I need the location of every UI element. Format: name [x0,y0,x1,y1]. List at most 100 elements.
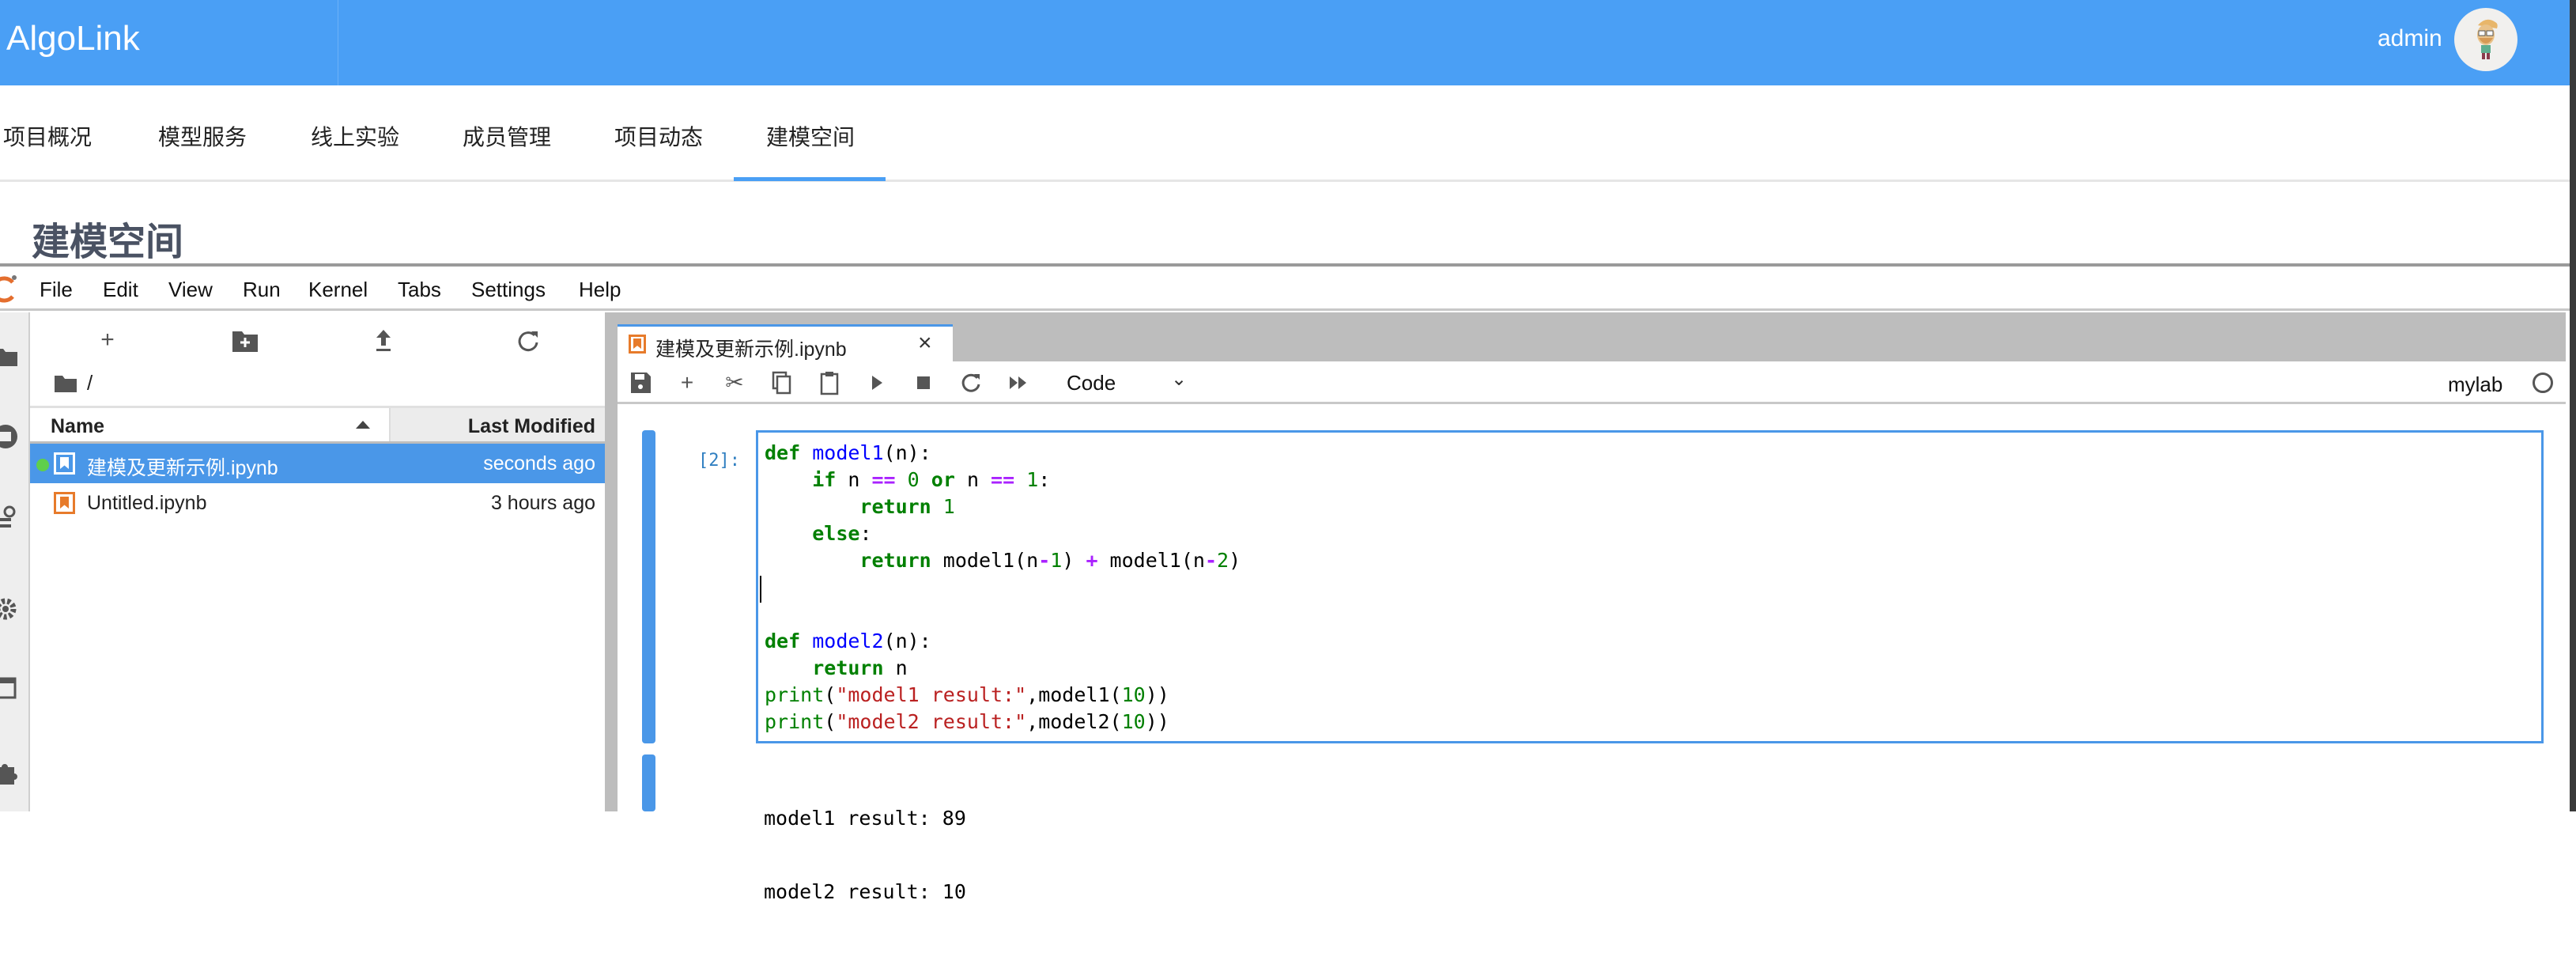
file-modified: 3 hours ago [490,492,595,514]
run-all-icon[interactable] [1005,369,1032,396]
menu-run[interactable]: Run [243,278,281,302]
tab-bar: 建模及更新示例.ipynb × [618,312,2566,361]
insert-cell-icon[interactable]: + [674,369,701,396]
extensions-puzzle-icon[interactable] [0,759,19,786]
copy-icon[interactable] [769,369,795,396]
cell-collapser[interactable] [642,430,655,743]
output-collapser[interactable] [642,754,655,811]
close-tab-icon[interactable]: × [918,330,932,357]
code-token: n [836,468,872,491]
menu-settings[interactable]: Settings [471,278,546,302]
folder-icon[interactable] [0,342,19,369]
code-line: def model1(n): [765,440,1241,467]
page-title: 建模空间 [32,221,184,263]
cell-type-select[interactable]: Code [1067,371,1116,395]
code-token: ,model1( [1026,683,1122,706]
column-name[interactable]: Name [51,415,104,438]
menu-file[interactable]: File [40,278,73,302]
code-token: + [1086,549,1098,572]
cut-icon[interactable]: ✂ [721,369,748,396]
running-sessions-icon[interactable] [0,423,19,450]
column-last-modified[interactable]: Last Modified [389,408,605,441]
brand-logo[interactable]: AlgoLink [6,19,140,59]
code-token: (n): [883,630,931,652]
username[interactable]: admin [2378,25,2442,52]
file-modified: seconds ago [483,452,595,475]
nav-tab-members[interactable]: 成员管理 [463,120,551,152]
upload-button[interactable] [368,327,399,355]
nav-tab-online-experiment[interactable]: 线上实验 [311,120,399,152]
code-token: - [1204,549,1218,572]
file-row[interactable]: Untitled.ipynb 3 hours ago [30,483,605,523]
avatar[interactable] [2454,8,2517,71]
new-launcher-button[interactable]: + [92,327,123,355]
menu-edit[interactable]: Edit [103,278,138,302]
code-token: 10 [1121,683,1146,706]
code-token: n [954,468,991,491]
code-token: model1 [812,441,884,464]
nav-tab-activity[interactable]: 项目动态 [614,120,703,152]
settings-gear-icon[interactable] [0,596,19,622]
folder-icon[interactable] [54,374,77,393]
nav-tab-model-service[interactable]: 模型服务 [158,120,247,152]
code-token: : [859,522,872,545]
panel-splitter[interactable] [605,312,618,811]
paste-icon[interactable] [816,369,843,396]
active-tab-indicator [734,177,886,181]
chevron-down-icon[interactable]: ⌄ [1171,368,1187,391]
notebook-icon [629,335,646,354]
code-line: def model2(n): [765,628,1241,655]
code-token: "model2 result:" [836,710,1027,733]
code-line: return model1(n-1) + model1(n-2) [765,547,1241,574]
new-folder-button[interactable] [229,327,261,355]
restart-kernel-icon[interactable] [958,369,984,396]
nav-tab-overview[interactable]: 项目概况 [3,120,92,152]
run-icon[interactable] [863,369,890,396]
code-cell-editor[interactable]: def model1(n): if n == 0 or n == 1: retu… [756,430,2544,743]
save-icon[interactable] [627,369,654,396]
code-token: def [765,630,801,652]
tabs-icon[interactable] [0,675,19,702]
code-token: else [812,522,860,545]
code-token: 1 [1026,468,1039,491]
notebook-tab[interactable]: 建模及更新示例.ipynb × [618,324,953,361]
code-line: print("model2 result:",model2(10)) [765,709,1241,736]
code-line: else: [765,520,1241,547]
code-token: return [859,495,931,518]
file-name: Untitled.ipynb [87,492,207,514]
code-content[interactable]: def model1(n): if n == 0 or n == 1: retu… [765,440,1241,736]
menu-view[interactable]: View [168,278,213,302]
code-token: ( [824,710,837,733]
code-token: ) [1062,549,1086,572]
refresh-button[interactable] [512,327,544,355]
file-row[interactable]: 建模及更新示例.ipynb seconds ago [30,444,605,483]
code-token: ) [1229,549,1241,572]
file-name: 建模及更新示例.ipynb [87,457,278,479]
menu-bar: File Edit View Run Kernel Tabs Settings … [0,267,2570,311]
command-palette-icon[interactable] [0,504,19,531]
code-token: return [859,549,931,572]
running-indicator-icon [36,459,49,471]
menu-kernel[interactable]: Kernel [308,278,368,302]
code-token: (n): [883,441,931,464]
stop-icon[interactable] [910,369,937,396]
kernel-name[interactable]: mylab [2448,373,2502,397]
code-token: def [765,441,801,464]
breadcrumb: / [54,371,93,395]
nav-tab-modeling-space[interactable]: 建模空间 [766,120,855,152]
code-token: or [931,468,955,491]
activity-bar [0,312,30,811]
menu-tabs[interactable]: Tabs [398,278,441,302]
cell-output: model1 result: 89 model2 result: 10 [764,757,966,953]
menu-help[interactable]: Help [579,278,621,302]
code-token: "model1 result:" [836,683,1027,706]
code-token: == [991,468,1015,491]
code-token: 1 [942,495,955,518]
breadcrumb-root[interactable]: / [87,371,93,395]
code-token: n [883,656,908,679]
